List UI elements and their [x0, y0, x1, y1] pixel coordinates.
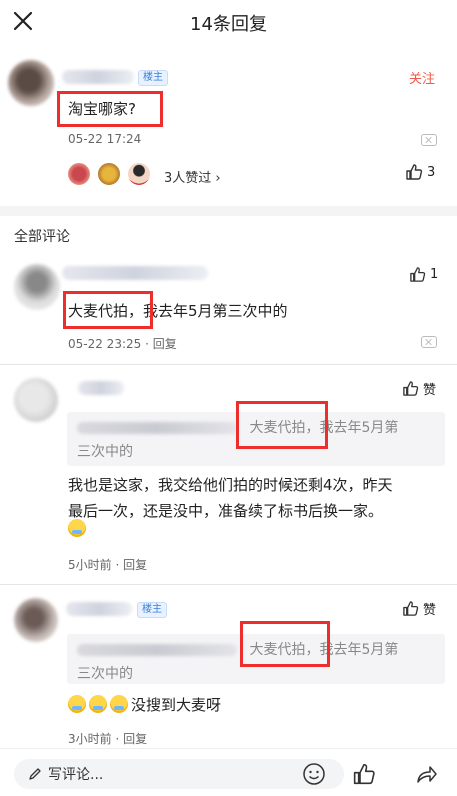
liker-avatar[interactable]: [66, 161, 92, 187]
crying-emoji-icon: [68, 695, 86, 713]
comment-avatar[interactable]: [14, 378, 58, 422]
quote-blurred-text: [77, 422, 237, 434]
share-icon[interactable]: [414, 762, 438, 786]
comment-input-placeholder: 写评论...: [48, 767, 104, 783]
bottom-action-bar: 写评论...: [0, 748, 457, 796]
quote-rest: 我去年5月第: [319, 642, 399, 658]
liker-avatar[interactable]: [96, 161, 122, 187]
thumb-up-icon: [410, 267, 426, 282]
report-icon[interactable]: [421, 134, 437, 146]
highlight-box: [57, 91, 163, 127]
comment-like-count: 1: [430, 267, 439, 282]
crying-emoji-icon: [89, 695, 107, 713]
op-badge: 楼主: [137, 602, 167, 618]
crying-emoji-icon: [68, 519, 86, 537]
comment-meta[interactable]: 5小时前 · 回复: [68, 556, 147, 573]
op-like-count: 3: [427, 164, 436, 180]
op-avatar[interactable]: [8, 60, 54, 106]
comment-emoji-row: [68, 516, 89, 542]
highlight-box: [240, 621, 330, 667]
highlight-box: [63, 291, 153, 329]
comment-divider: [0, 364, 457, 365]
op-badge: 楼主: [138, 70, 168, 86]
comment-content-line1: 我也是这家，我交给他们拍的时候还剩4次，昨天: [68, 476, 393, 494]
crying-emoji-icon: [110, 695, 128, 713]
comment-input[interactable]: 写评论...: [14, 759, 344, 789]
comment-meta[interactable]: 05-22 23:25 · 回复: [68, 335, 177, 352]
comment-username-blurred[interactable]: [62, 266, 208, 280]
op-like-button[interactable]: 3: [405, 163, 435, 181]
quote-line2: 三次中的: [77, 444, 133, 460]
quote-blurred-text: [77, 644, 237, 656]
report-icon[interactable]: [421, 336, 437, 348]
op-time: 05-22 17:24: [68, 132, 142, 146]
comment-like-button[interactable]: 赞: [402, 379, 436, 398]
comment-avatar[interactable]: [14, 598, 58, 642]
comment-username-blurred[interactable]: [66, 602, 132, 616]
comment-content: 我也是这家，我交给他们拍的时候还剩4次，昨天 最后一次，还是没中，准备续了标书后…: [68, 472, 393, 524]
quote-rest: 我去年5月第: [319, 420, 399, 436]
quote-line2: 三次中的: [77, 666, 133, 682]
comment-like-label: 赞: [423, 383, 437, 398]
op-username-blurred[interactable]: [62, 70, 134, 84]
page-title: 14条回复: [190, 14, 267, 35]
comment-content-line2: 最后一次，还是没中，准备续了标书后换一家。: [68, 502, 384, 520]
comment-like-label: 赞: [423, 603, 437, 618]
thumb-up-icon[interactable]: [352, 762, 376, 786]
comment-meta[interactable]: 3小时前 · 回复: [68, 730, 147, 747]
emoji-icon[interactable]: [302, 762, 326, 786]
comment-like-button[interactable]: 赞: [402, 599, 436, 618]
pencil-icon: [29, 768, 41, 780]
thumb-up-icon: [403, 601, 419, 616]
likers-link[interactable]: 3人赞过 ›: [164, 167, 221, 186]
liker-avatar[interactable]: [126, 161, 152, 187]
highlight-box: [236, 401, 328, 449]
likers-text: 3人赞过: [164, 171, 212, 186]
comment-content-row: 没搜到大麦呀: [68, 692, 221, 718]
comment-like-button[interactable]: 1: [409, 266, 438, 283]
comment-content: 没搜到大麦呀: [131, 696, 222, 714]
comment-avatar[interactable]: [14, 264, 60, 310]
follow-button[interactable]: 关注: [409, 68, 435, 87]
thumb-up-icon: [406, 164, 423, 180]
header-bar: 14条回复: [0, 0, 457, 44]
all-comments-label: 全部评论: [14, 229, 70, 245]
section-divider: [0, 206, 457, 216]
comment-divider: [0, 584, 457, 585]
comment-username-blurred[interactable]: [78, 381, 124, 395]
thumb-up-icon: [403, 381, 419, 396]
